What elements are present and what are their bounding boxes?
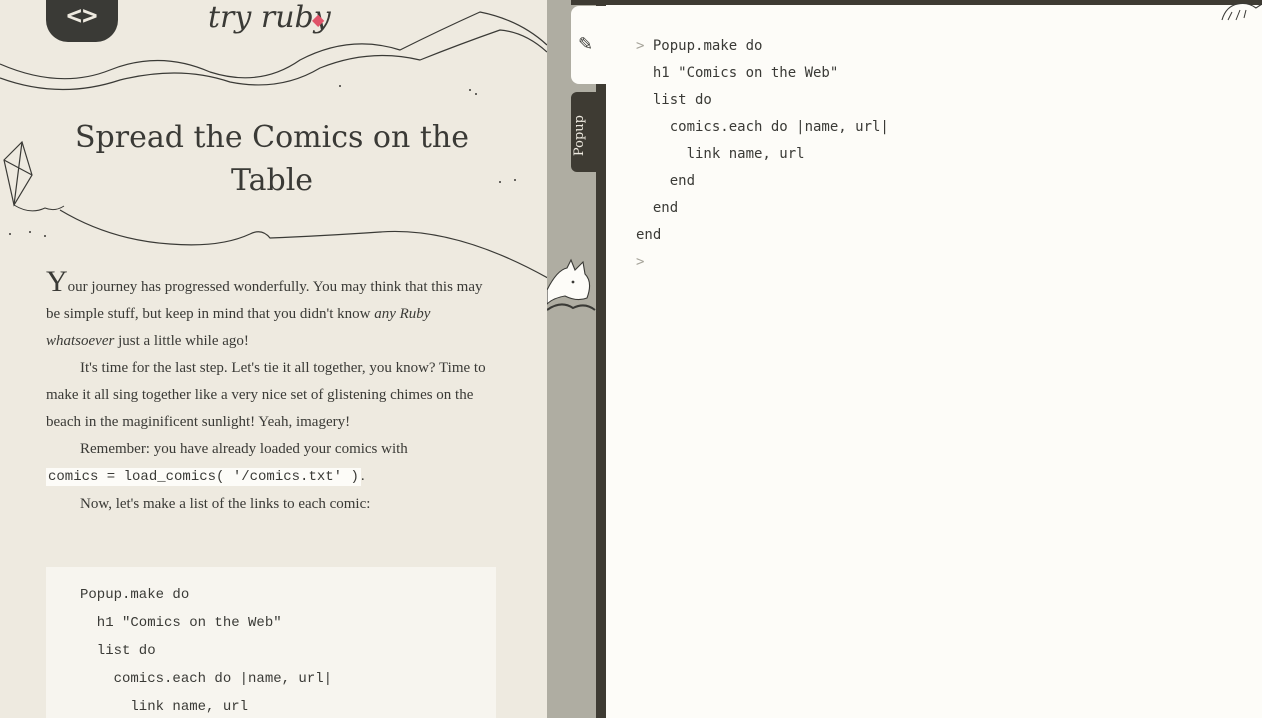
editor-content[interactable]: > Popup.make do h1 "Comics on the Web" l… [636, 33, 889, 276]
lesson-title: Spread the Comics on the Table [75, 120, 469, 198]
intro-text-b: just a little while ago! [114, 333, 249, 349]
example-code-block[interactable]: Popup.make do h1 "Comics on the Web" lis… [46, 567, 496, 718]
paragraph-make-list: Now, let's make a list of the links to e… [80, 496, 371, 512]
corner-doodle-icon [1221, 2, 1262, 21]
ruby-gem-icon: ◆ [312, 10, 325, 29]
editor-line-1[interactable]: Popup.make do [653, 38, 763, 54]
inline-code-load-comics[interactable]: comics = load_comics( '/comics.txt' ) [46, 468, 361, 486]
empty-prompt[interactable]: > [636, 254, 644, 270]
lesson-body: Your journey has progressed wonderfully.… [46, 267, 496, 518]
paragraph-intro: Your journey has progressed wonderfully.… [46, 267, 496, 355]
lesson-panel: <> try ruby ◆ Spread the Comics on the T… [0, 0, 547, 718]
remember-end: . [360, 468, 365, 484]
editor-lines[interactable]: h1 "Comics on the Web" list do comics.ea… [636, 65, 889, 243]
edit-icon[interactable]: ✎ [578, 34, 593, 55]
code-brackets-icon[interactable]: <> [46, 0, 118, 42]
example-code[interactable]: Popup.make do h1 "Comics on the Web" lis… [46, 567, 496, 718]
divider-edge [596, 0, 606, 718]
paragraph-last-step: It's time for the last step. Let's tie i… [46, 360, 486, 430]
tab-popup-label[interactable]: Popup [572, 115, 598, 156]
paragraph-remember: Remember: you have already loaded your c… [46, 436, 496, 491]
kite-icon [3, 140, 65, 212]
remember-text: Remember: you have already loaded your c… [80, 441, 408, 457]
prompt-symbol: > [636, 38, 645, 54]
drop-cap: Y [46, 265, 68, 298]
